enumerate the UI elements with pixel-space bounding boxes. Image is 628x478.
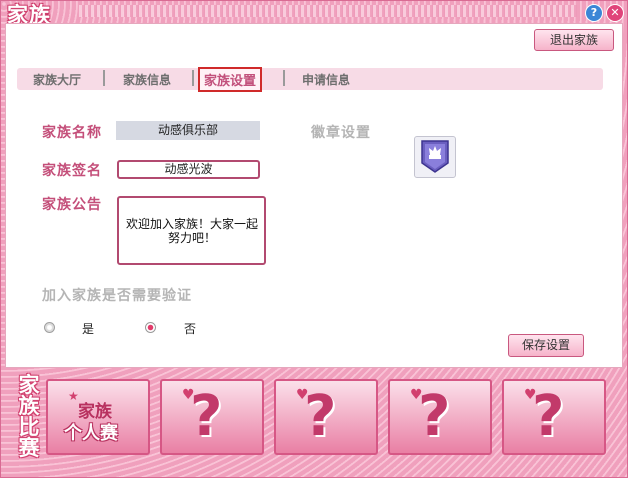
family-notice-label: 家族公告	[42, 197, 102, 213]
verify-no-label: 否	[184, 322, 197, 336]
tab-divider	[283, 70, 285, 86]
card-title-line2: 个人赛	[64, 423, 118, 444]
locked-match-card[interactable]: ♥ ?	[160, 379, 264, 455]
locked-match-card[interactable]: ♥ ?	[274, 379, 378, 455]
locked-match-card[interactable]: ♥ ?	[388, 379, 492, 455]
verify-yes-label: 是	[82, 322, 95, 336]
tab-bar: 家族大厅 家族信息 家族设置 申请信息	[17, 67, 603, 92]
badge-picker[interactable]	[414, 136, 456, 178]
verify-no-radio[interactable]	[145, 322, 156, 333]
tab-family-hall[interactable]: 家族大厅	[33, 71, 81, 88]
close-icon[interactable]: ✕	[607, 5, 623, 21]
question-mark-icon: ?	[418, 384, 451, 449]
title-decoration	[79, 5, 577, 17]
locked-match-card[interactable]: ♥ ?	[502, 379, 606, 455]
competition-title: 家 族 比 赛	[15, 375, 43, 459]
verify-yes-radio[interactable]	[44, 322, 55, 333]
question-mark-icon: ?	[304, 384, 337, 449]
title-char: 比	[18, 415, 40, 439]
tab-family-info[interactable]: 家族信息	[123, 71, 171, 88]
tab-applications[interactable]: 申请信息	[302, 71, 350, 88]
title-char: 赛	[18, 436, 40, 460]
question-mark-icon: ?	[532, 384, 565, 449]
tab-family-settings[interactable]: 家族设置	[198, 67, 263, 92]
family-solo-match-card[interactable]: ★ 家族 个人赛	[46, 379, 150, 455]
title-char: 族	[18, 394, 40, 418]
main-panel: 退出家族 家族大厅 家族信息 家族设置 申请信息 家族名称 动感俱乐部 家族签名…	[5, 23, 623, 368]
badge-settings-label: 徽章设置	[311, 125, 371, 141]
family-window: 家族 ? ✕ 退出家族 家族大厅 家族信息 家族设置 申请信息 家族名称 动感俱…	[0, 0, 628, 478]
family-sign-field[interactable]: 动感光波	[117, 160, 260, 179]
question-mark-icon: ?	[190, 384, 223, 449]
competition-bar: 家 族 比 赛 ★ 家族 个人赛 ♥ ? ♥ ? ♥ ? ♥ ?	[13, 373, 613, 463]
family-name-label: 家族名称	[42, 125, 102, 141]
family-notice-field[interactable]: 欢迎加入家族！大家一起努力吧！	[117, 196, 266, 265]
title-bar: 家族 ? ✕	[1, 1, 627, 27]
family-sign-label: 家族签名	[42, 163, 102, 179]
tab-divider	[192, 70, 194, 86]
save-settings-button[interactable]: 保存设置	[508, 334, 584, 357]
tab-divider	[103, 70, 105, 86]
chess-king-shield-icon	[421, 140, 449, 173]
help-icon[interactable]: ?	[586, 5, 602, 21]
exit-family-button[interactable]: 退出家族	[534, 29, 614, 51]
title-char: 家	[18, 373, 40, 397]
verify-question: 加入家族是否需要验证	[42, 288, 192, 304]
family-name-value: 动感俱乐部	[116, 121, 260, 140]
